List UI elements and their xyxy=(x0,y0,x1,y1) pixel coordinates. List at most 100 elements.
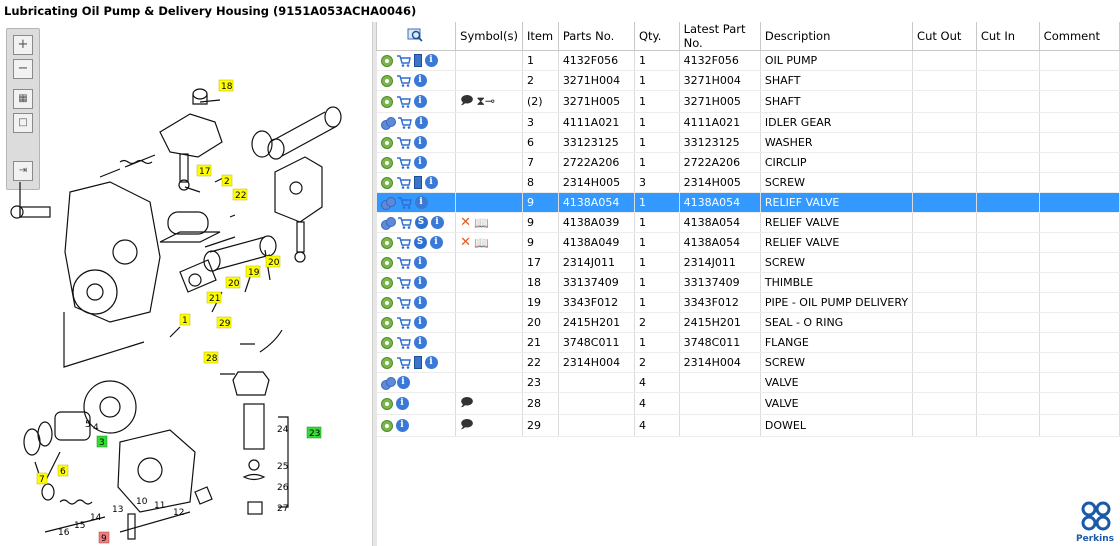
label-9[interactable]: 9 xyxy=(101,534,107,544)
table-row[interactable]: i 🗩 ⧗⊸ (2) 3271H005 1 3271H005 SHAFT xyxy=(376,90,1120,113)
col-qty[interactable]: Qty. xyxy=(634,22,680,51)
gears-icon[interactable] xyxy=(380,196,396,210)
gear-icon[interactable] xyxy=(380,236,393,249)
table-row[interactable]: i 6 33123125 1 33123125 WASHER xyxy=(376,132,1120,153)
table-row[interactable]: i 18 33137409 1 33137409 THIMBLE xyxy=(376,272,1120,293)
book-icon[interactable] xyxy=(413,176,422,190)
col-description[interactable]: Description xyxy=(759,22,914,51)
gear-icon[interactable] xyxy=(380,176,393,189)
reference-book-icon[interactable]: 📖 xyxy=(474,236,489,250)
cart-icon[interactable] xyxy=(397,217,412,229)
label-22[interactable]: 22 xyxy=(235,191,246,201)
label-1[interactable]: 1 xyxy=(182,316,188,326)
table-row[interactable]: i 2 3271H004 1 3271H004 SHAFT xyxy=(376,70,1120,91)
info-icon[interactable]: i xyxy=(424,356,438,370)
col-item[interactable]: Item xyxy=(521,22,559,51)
label-19[interactable]: 19 xyxy=(248,268,260,278)
gear-icon[interactable] xyxy=(380,54,393,67)
table-row[interactable]: i 23 4 VALVE xyxy=(376,372,1120,393)
col-parts-no[interactable]: Parts No. xyxy=(557,22,636,51)
table-row[interactable]: Si ✕ 📖 9 4138A049 1 4138A054 RELIEF VALVE xyxy=(376,232,1120,253)
gear-icon[interactable] xyxy=(380,74,393,87)
label-7[interactable]: 7 xyxy=(39,475,45,485)
info-icon[interactable]: i xyxy=(413,95,427,109)
info-icon[interactable]: i xyxy=(413,276,427,290)
service-icon[interactable]: S xyxy=(413,236,427,250)
info-icon[interactable]: i xyxy=(424,54,438,68)
label-6[interactable]: 6 xyxy=(60,467,66,477)
label-20[interactable]: 20 xyxy=(268,258,280,268)
table-row[interactable]: i 22 2314H004 2 2314H004 SCREW xyxy=(376,352,1120,373)
note-icon[interactable]: 🗩 xyxy=(460,91,473,112)
cart-icon[interactable] xyxy=(397,117,412,129)
label-3[interactable]: 3 xyxy=(99,438,105,448)
cart-icon[interactable] xyxy=(396,96,411,108)
magnifier-icon[interactable] xyxy=(407,28,423,45)
info-icon[interactable]: i xyxy=(424,176,438,190)
table-row[interactable]: i 21 3748C011 1 3748C011 FLANGE xyxy=(376,332,1120,353)
cart-icon[interactable] xyxy=(396,297,411,309)
table-row[interactable]: i 1 4132F056 1 4132F056 OIL PUMP xyxy=(376,50,1120,71)
reference-book-icon[interactable]: 📖 xyxy=(474,216,489,230)
cart-icon[interactable] xyxy=(396,357,411,369)
cart-icon[interactable] xyxy=(396,317,411,329)
gear-icon[interactable] xyxy=(380,356,393,369)
info-icon[interactable]: i xyxy=(413,336,427,350)
info-icon[interactable]: i xyxy=(430,216,444,230)
table-row[interactable]: i 17 2314J011 1 2314J011 SCREW xyxy=(376,252,1120,273)
superseded-x-icon[interactable]: ✕ xyxy=(460,215,471,230)
cart-icon[interactable] xyxy=(396,257,411,269)
info-icon[interactable]: i xyxy=(413,136,427,150)
search-column-header[interactable] xyxy=(376,22,457,51)
label-21[interactable]: 21 xyxy=(209,294,220,304)
gear-icon[interactable] xyxy=(380,156,393,169)
info-icon[interactable]: i xyxy=(413,296,427,310)
cart-icon[interactable] xyxy=(396,137,411,149)
gears-icon[interactable] xyxy=(380,376,396,390)
col-latest-part-no[interactable]: Latest Part No. xyxy=(678,22,761,51)
service-icon[interactable]: S xyxy=(414,216,428,230)
gear-icon[interactable] xyxy=(380,95,393,108)
cart-icon[interactable] xyxy=(396,237,411,249)
info-icon[interactable]: i xyxy=(414,116,428,130)
label-18[interactable]: 18 xyxy=(221,82,233,92)
gear-icon[interactable] xyxy=(380,316,393,329)
cart-icon[interactable] xyxy=(396,177,411,189)
superseded-x-icon[interactable]: ✕ xyxy=(460,235,471,250)
label-20b[interactable]: 20 xyxy=(228,279,240,289)
col-comment[interactable]: Comment xyxy=(1038,22,1120,51)
gear-icon[interactable] xyxy=(380,336,393,349)
label-29[interactable]: 29 xyxy=(219,319,231,329)
cart-icon[interactable] xyxy=(396,157,411,169)
gear-icon[interactable] xyxy=(380,419,393,432)
info-icon[interactable]: i xyxy=(395,419,409,433)
label-28[interactable]: 28 xyxy=(206,354,218,364)
info-icon[interactable]: i xyxy=(413,256,427,270)
table-row[interactable]: i 8 2314H005 3 2314H005 SCREW xyxy=(376,172,1120,193)
cart-icon[interactable] xyxy=(397,197,412,209)
cart-icon[interactable] xyxy=(396,55,411,67)
table-row[interactable]: i 3 4111A021 1 4111A021 IDLER GEAR xyxy=(376,112,1120,133)
col-cut-out[interactable]: Cut Out xyxy=(912,22,977,51)
col-symbols[interactable]: Symbol(s) xyxy=(455,22,523,51)
table-row[interactable]: i 19 3343F012 1 3343F012 PIPE - OIL PUMP DELI… xyxy=(376,292,1120,313)
table-row[interactable]: i 🗩 28 4 VALVE xyxy=(376,392,1120,415)
gear-icon[interactable] xyxy=(380,397,393,410)
gear-icon[interactable] xyxy=(380,256,393,269)
diagram-panel[interactable]: + − ▦ □ ⇥ 18 17 2 22 19 20 20 21 1 29 28… xyxy=(0,22,372,546)
info-icon[interactable]: i xyxy=(414,196,428,210)
info-icon[interactable]: i xyxy=(395,397,409,411)
clamp-icon[interactable]: ⧗⊸ xyxy=(476,94,494,109)
gear-icon[interactable] xyxy=(380,296,393,309)
label-2[interactable]: 2 xyxy=(224,177,230,187)
col-cut-in[interactable]: Cut In xyxy=(975,22,1040,51)
info-icon[interactable]: i xyxy=(413,316,427,330)
note-icon[interactable]: 🗩 xyxy=(460,393,473,414)
gears-icon[interactable] xyxy=(380,116,396,130)
label-17[interactable]: 17 xyxy=(199,167,210,177)
table-row[interactable]: Si ✕ 📖 9 4138A039 1 4138A054 RELIEF VALVE xyxy=(376,212,1120,233)
info-icon[interactable]: i xyxy=(413,156,427,170)
cart-icon[interactable] xyxy=(396,75,411,87)
table-row[interactable]: i 7 2722A206 1 2722A206 CIRCLIP xyxy=(376,152,1120,173)
label-23[interactable]: 23 xyxy=(309,429,320,439)
